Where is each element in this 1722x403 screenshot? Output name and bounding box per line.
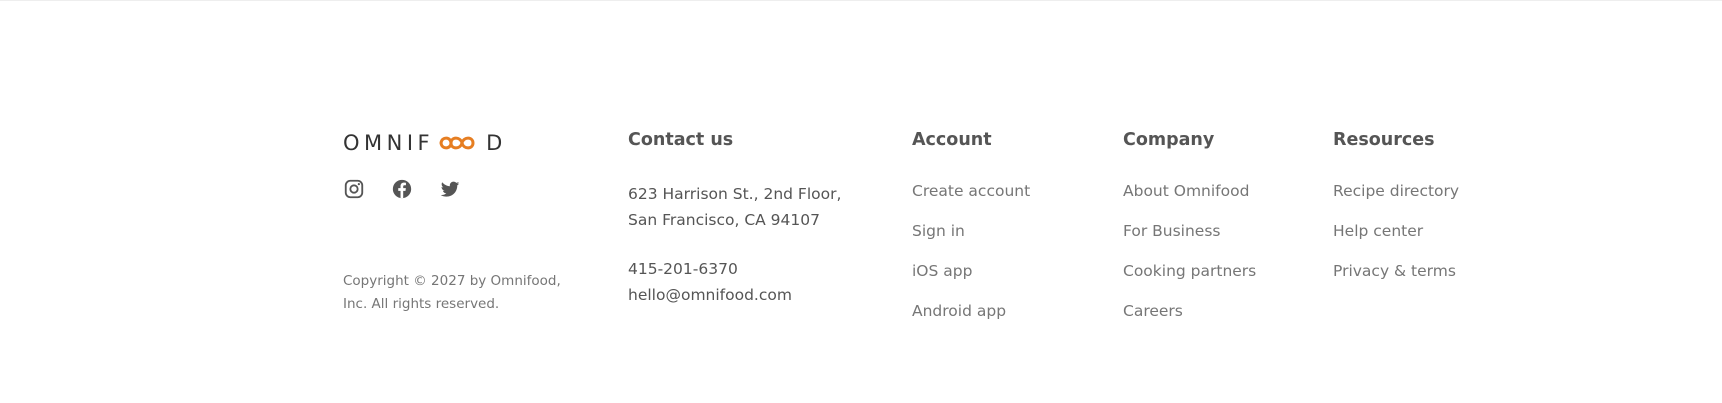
for-business-link[interactable]: For Business	[1123, 222, 1221, 240]
footer-company-column: Company About Omnifood For Business Cook…	[1123, 129, 1323, 341]
privacy-terms-link[interactable]: Privacy & terms	[1333, 262, 1456, 280]
instagram-icon[interactable]	[343, 178, 365, 200]
list-item: Careers	[1123, 301, 1323, 341]
resources-links: Recipe directory Help center Privacy & t…	[1333, 181, 1553, 301]
footer-resources-column: Resources Recipe directory Help center P…	[1333, 129, 1553, 301]
android-app-link[interactable]: Android app	[912, 302, 1006, 320]
create-account-link[interactable]: Create account	[912, 182, 1030, 200]
footer-contact-column: Contact us 623 Harrison St., 2nd Floor, …	[628, 129, 888, 308]
social-links	[343, 178, 603, 200]
address-line-1: 623 Harrison St., 2nd Floor,	[628, 185, 842, 203]
infinity-icon	[439, 136, 475, 150]
logo-text-left: OMNIF	[343, 131, 435, 155]
contact-details: 415-201-6370 hello@omnifood.com	[628, 256, 888, 308]
email-link[interactable]: hello@omnifood.com	[628, 282, 888, 308]
phone-link[interactable]: 415-201-6370	[628, 256, 888, 282]
copyright-text: Copyright © 2027 by Omnifood, Inc. All r…	[343, 273, 561, 312]
logo-text-right: D	[486, 131, 507, 155]
contact-heading: Contact us	[628, 130, 734, 150]
list-item: About Omnifood	[1123, 181, 1323, 221]
account-heading: Account	[912, 130, 992, 150]
list-item: Recipe directory	[1333, 181, 1553, 221]
sign-in-link[interactable]: Sign in	[912, 222, 965, 240]
list-item: iOS app	[912, 261, 1112, 301]
list-item: Help center	[1333, 221, 1553, 261]
help-center-link[interactable]: Help center	[1333, 222, 1423, 240]
cooking-partners-link[interactable]: Cooking partners	[1123, 262, 1256, 280]
site-footer: OMNIF D Copyright © 2027 by Omnifood, In…	[0, 0, 1722, 403]
address-line-2: San Francisco, CA 94107	[628, 211, 820, 229]
account-links: Create account Sign in iOS app Android a…	[912, 181, 1112, 341]
twitter-icon[interactable]	[439, 178, 461, 200]
about-link[interactable]: About Omnifood	[1123, 182, 1249, 200]
list-item: Privacy & terms	[1333, 261, 1553, 301]
ios-app-link[interactable]: iOS app	[912, 262, 972, 280]
resources-heading: Resources	[1333, 130, 1435, 150]
footer-account-column: Account Create account Sign in iOS app A…	[912, 129, 1112, 341]
contact-address: 623 Harrison St., 2nd Floor, San Francis…	[628, 181, 888, 233]
company-heading: Company	[1123, 130, 1215, 150]
list-item: Sign in	[912, 221, 1112, 261]
list-item: Android app	[912, 301, 1112, 341]
facebook-icon[interactable]	[391, 178, 413, 200]
recipe-directory-link[interactable]: Recipe directory	[1333, 182, 1459, 200]
omnifood-logo[interactable]: OMNIF D	[343, 129, 603, 157]
footer-brand-column: OMNIF D Copyright © 2027 by Omnifood, In…	[343, 129, 603, 330]
list-item: Create account	[912, 181, 1112, 221]
company-links: About Omnifood For Business Cooking part…	[1123, 181, 1323, 341]
list-item: Cooking partners	[1123, 261, 1323, 301]
list-item: For Business	[1123, 221, 1323, 261]
careers-link[interactable]: Careers	[1123, 302, 1183, 320]
